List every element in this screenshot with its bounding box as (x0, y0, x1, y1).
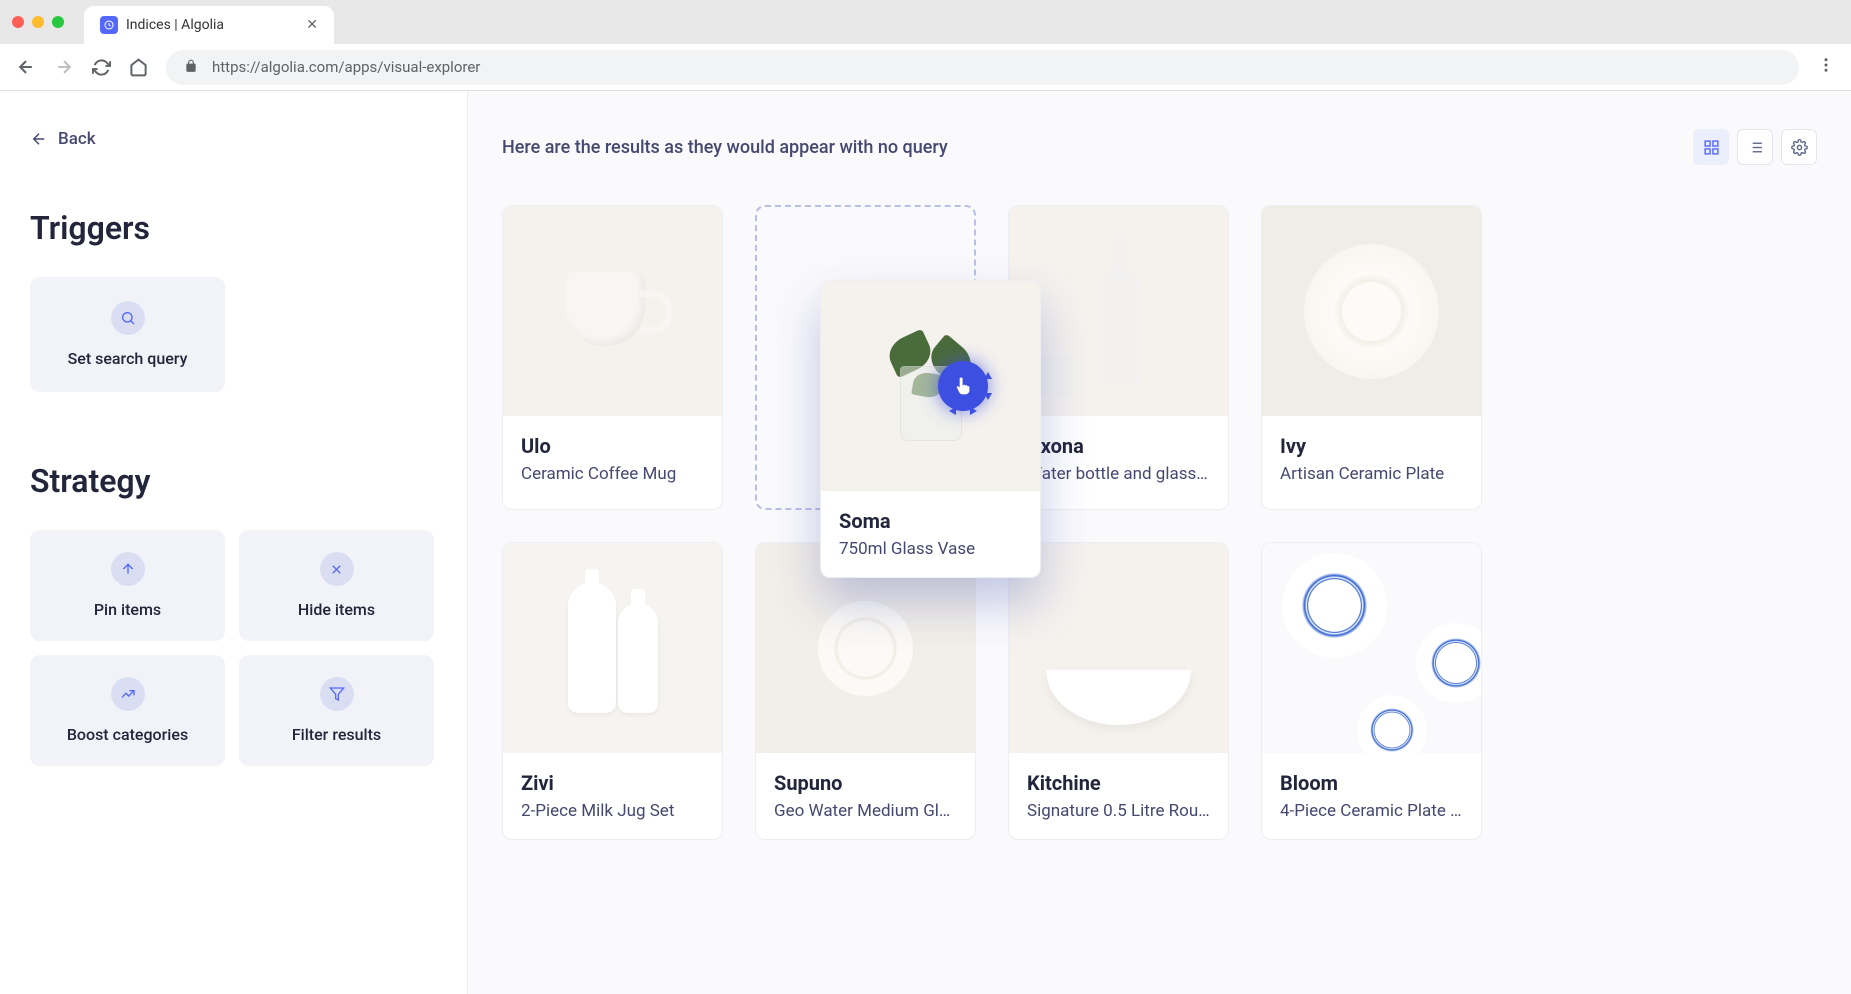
strategy-label: Filter results (292, 725, 381, 744)
card-subtitle: Geo Water Medium Glass (774, 801, 957, 821)
settings-button[interactable] (1781, 129, 1817, 165)
card-title: Supuno (774, 771, 957, 795)
nav-forward-icon[interactable] (54, 57, 74, 77)
favicon (100, 16, 118, 34)
card-subtitle: Artisan Ceramic Plate (1280, 464, 1463, 484)
result-card[interactable]: Bloom 4-Piece Ceramic Plate Set (1261, 542, 1482, 840)
browser-tab[interactable]: Indices | Algolia ✕ (84, 6, 334, 44)
strategy-label: Boost categories (67, 725, 188, 744)
result-card[interactable]: Ulo Ceramic Coffee Mug (502, 205, 723, 510)
card-title: Kitchine (1027, 771, 1210, 795)
product-image (503, 206, 722, 416)
trend-icon (111, 677, 145, 711)
address-bar[interactable]: https://algolia.com/apps/visual-explorer (166, 50, 1799, 85)
strategy-filter-results[interactable]: Filter results (239, 655, 434, 766)
result-card[interactable]: Oxona Water bottle and glass set (1008, 205, 1229, 510)
sidebar: Back Triggers Set search query Strategy … (0, 91, 468, 994)
product-image (1009, 543, 1228, 753)
product-image (1262, 543, 1481, 753)
grid-view-button[interactable] (1693, 129, 1729, 165)
nav-home-icon[interactable] (129, 58, 148, 77)
filter-icon (320, 677, 354, 711)
results-grid: Ulo Ceramic Coffee Mug (502, 205, 1817, 840)
drag-cursor-icon (938, 361, 988, 411)
triggers-title: Triggers (30, 209, 437, 247)
card-title: Soma (839, 509, 1022, 533)
window-controls (12, 16, 64, 28)
window-minimize[interactable] (32, 16, 44, 28)
card-title: Bloom (1280, 771, 1463, 795)
result-card[interactable]: Ivy Artisan Ceramic Plate (1261, 205, 1482, 510)
strategy-pin-items[interactable]: Pin items (30, 530, 225, 641)
result-card[interactable]: Zivi 2-Piece Milk Jug Set (502, 542, 723, 840)
trigger-label: Set search query (68, 349, 188, 368)
product-image (1009, 206, 1228, 416)
card-subtitle: 750ml Glass Vase (839, 539, 1022, 559)
result-card[interactable]: Supuno Geo Water Medium Glass (755, 542, 976, 840)
strategy-grid: Pin items Hide items Boost categories Fi… (30, 530, 437, 766)
nav-back-icon[interactable] (16, 57, 36, 77)
main-content: Here are the results as they would appea… (468, 91, 1851, 994)
card-subtitle: Ceramic Coffee Mug (521, 464, 704, 484)
app: Back Triggers Set search query Strategy … (0, 91, 1851, 994)
window-maximize[interactable] (52, 16, 64, 28)
view-controls (1693, 129, 1817, 165)
card-subtitle: 4-Piece Ceramic Plate Set (1280, 801, 1463, 821)
back-link[interactable]: Back (30, 129, 437, 149)
product-image (503, 543, 722, 753)
tab-title: Indices | Algolia (126, 17, 298, 33)
lock-icon (184, 58, 198, 77)
strategy-boost-categories[interactable]: Boost categories (30, 655, 225, 766)
dragging-card[interactable]: Soma 750ml Glass Vase (820, 280, 1041, 578)
tab-bar: Indices | Algolia ✕ (0, 0, 1851, 44)
strategy-label: Pin items (94, 600, 161, 619)
card-subtitle: Signature 0.5 Litre Roun... (1027, 801, 1210, 821)
results-text: Here are the results as they would appea… (502, 137, 948, 158)
product-image (1262, 206, 1481, 416)
nav-reload-icon[interactable] (92, 58, 111, 77)
strategy-label: Hide items (298, 600, 375, 619)
search-icon (111, 301, 145, 335)
url-text: https://algolia.com/apps/visual-explorer (212, 58, 480, 76)
list-view-button[interactable] (1737, 129, 1773, 165)
browser-menu-icon[interactable] (1817, 56, 1835, 78)
card-subtitle: Water bottle and glass set (1027, 464, 1210, 484)
card-title: Zivi (521, 771, 704, 795)
back-label: Back (58, 129, 96, 149)
card-title: Ivy (1280, 434, 1463, 458)
strategy-hide-items[interactable]: Hide items (239, 530, 434, 641)
window-close[interactable] (12, 16, 24, 28)
browser-chrome: Indices | Algolia ✕ https://algolia.com/… (0, 0, 1851, 91)
card-subtitle: 2-Piece Milk Jug Set (521, 801, 704, 821)
strategy-title: Strategy (30, 462, 437, 500)
card-title: Ulo (521, 434, 704, 458)
tab-close-icon[interactable]: ✕ (306, 17, 318, 33)
browser-toolbar: https://algolia.com/apps/visual-explorer (0, 44, 1851, 90)
trigger-set-search-query[interactable]: Set search query (30, 277, 225, 392)
main-header: Here are the results as they would appea… (502, 129, 1817, 165)
product-image (821, 281, 1040, 491)
arrow-up-icon (111, 552, 145, 586)
card-title: Oxona (1027, 434, 1210, 458)
close-icon (320, 552, 354, 586)
result-card[interactable]: Kitchine Signature 0.5 Litre Roun... (1008, 542, 1229, 840)
